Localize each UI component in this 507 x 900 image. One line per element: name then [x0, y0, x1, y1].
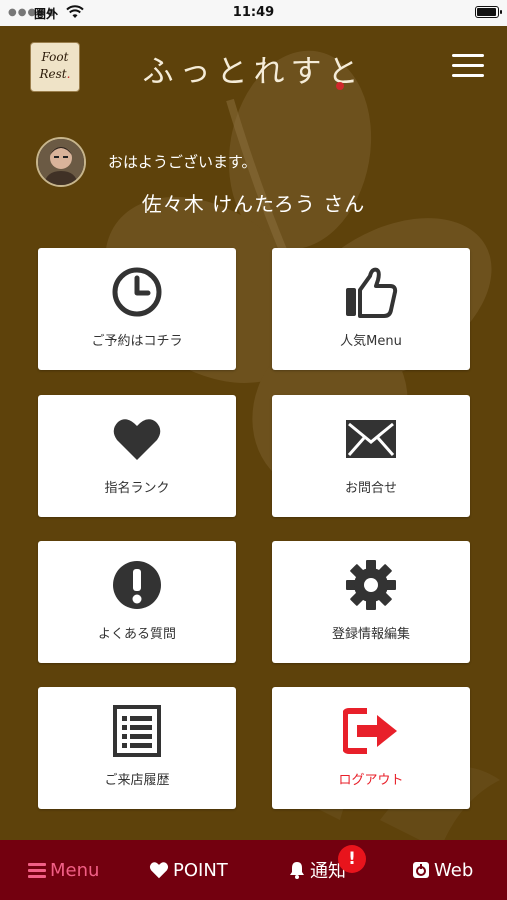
tab-notifications[interactable]: 通知 [288, 840, 346, 900]
app-header: Foot Rest. ふっとれすと [0, 26, 507, 106]
nomination-rank-button[interactable]: 指名ランク [38, 395, 236, 517]
envelope-icon [272, 413, 470, 465]
edit-profile-label: 登録情報編集 [331, 627, 410, 642]
nomination-rank-label: 指名ランク [104, 481, 170, 496]
status-bar: ●●●●● 圏外 11:49 [0, 0, 507, 26]
contact-label: お問合せ [344, 481, 397, 496]
web-icon [412, 861, 430, 879]
hamburger-menu-icon[interactable] [452, 54, 484, 78]
avatar [36, 137, 86, 187]
tab-point-label: POINT [173, 859, 228, 881]
battery-icon [475, 6, 502, 18]
notification-badge: ! [338, 845, 366, 873]
brand-accent-dot [336, 82, 344, 90]
tab-point[interactable]: POINT [149, 840, 228, 900]
clock-time: 11:49 [232, 5, 275, 20]
contact-button[interactable]: お問合せ [272, 395, 470, 517]
logo-line-1: Foot [41, 50, 69, 64]
faq-button[interactable]: よくある質問 [38, 541, 236, 663]
popular-menu-label: 人気Menu [340, 334, 402, 349]
bell-icon [288, 861, 306, 879]
tab-web-label: Web [434, 859, 474, 881]
faq-label: よくある質問 [97, 627, 176, 642]
visit-history-label: ご来店履歴 [104, 773, 170, 788]
app-screen: ●●●●● 圏外 11:49 Foot Rest. ふっとれすと おはようござい… [0, 0, 507, 900]
greeting-message: おはようございます。 [108, 153, 257, 171]
user-name: 佐々木 けんたろう さん [141, 192, 366, 216]
heart-icon [149, 861, 169, 879]
thumbs-up-icon [272, 266, 470, 318]
tab-menu[interactable]: Menu [28, 840, 99, 900]
logo-line-2: Rest. [39, 67, 71, 81]
logout-label: ログアウト [338, 773, 404, 788]
logout-button[interactable]: ログアウト [272, 687, 470, 809]
reservation-button[interactable]: ご予約はコチラ [38, 248, 236, 370]
popular-menu-button[interactable]: 人気Menu [272, 248, 470, 370]
gear-icon [272, 559, 470, 611]
exclamation-icon [38, 559, 236, 611]
brand-title: ふっとれすと [142, 54, 365, 90]
logout-icon [272, 705, 470, 757]
heart-icon [38, 413, 236, 465]
bottom-tab-bar: Menu POINT 通知 Web [0, 840, 507, 900]
menu-list-icon [28, 862, 46, 878]
visit-history-button[interactable]: ご来店履歴 [38, 687, 236, 809]
list-icon [38, 705, 236, 757]
edit-profile-button[interactable]: 登録情報編集 [272, 541, 470, 663]
tab-menu-label: Menu [50, 859, 100, 881]
clock-icon [38, 266, 236, 318]
tab-web[interactable]: Web [412, 840, 473, 900]
reservation-label: ご予約はコチラ [91, 334, 183, 349]
app-logo: Foot Rest. [30, 42, 80, 92]
